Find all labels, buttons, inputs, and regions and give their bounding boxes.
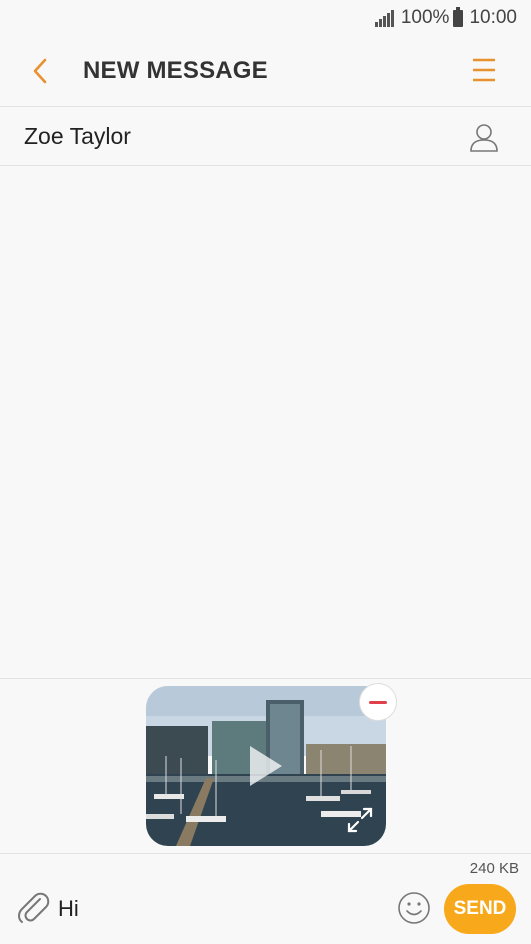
battery-icon xyxy=(453,6,464,27)
menu-icon[interactable] xyxy=(470,56,498,84)
recipient-name[interactable]: Zoe Taylor xyxy=(24,107,131,165)
conversation-area xyxy=(0,166,531,678)
app-header: NEW MESSAGE xyxy=(0,36,531,106)
emoji-icon[interactable] xyxy=(397,891,431,925)
play-icon[interactable] xyxy=(246,744,286,788)
status-bar: 100% 10:00 xyxy=(0,0,531,36)
attachment-size: 240 KB xyxy=(469,860,519,877)
page-title: NEW MESSAGE xyxy=(83,57,268,84)
send-button[interactable]: SEND xyxy=(444,884,516,934)
divider xyxy=(0,678,531,679)
remove-icon[interactable] xyxy=(359,683,397,721)
chevron-left-icon[interactable] xyxy=(26,56,56,86)
divider xyxy=(0,853,531,854)
signal-icon xyxy=(374,9,395,27)
message-input[interactable]: Hi xyxy=(58,888,378,930)
battery-percent: 100% xyxy=(400,7,450,28)
recipient-row[interactable]: Zoe Taylor xyxy=(0,107,531,165)
clock: 10:00 xyxy=(469,7,517,28)
video-attachment[interactable] xyxy=(146,686,386,846)
paperclip-icon[interactable] xyxy=(15,890,51,926)
expand-icon[interactable] xyxy=(346,806,374,834)
contact-icon[interactable] xyxy=(468,121,500,153)
